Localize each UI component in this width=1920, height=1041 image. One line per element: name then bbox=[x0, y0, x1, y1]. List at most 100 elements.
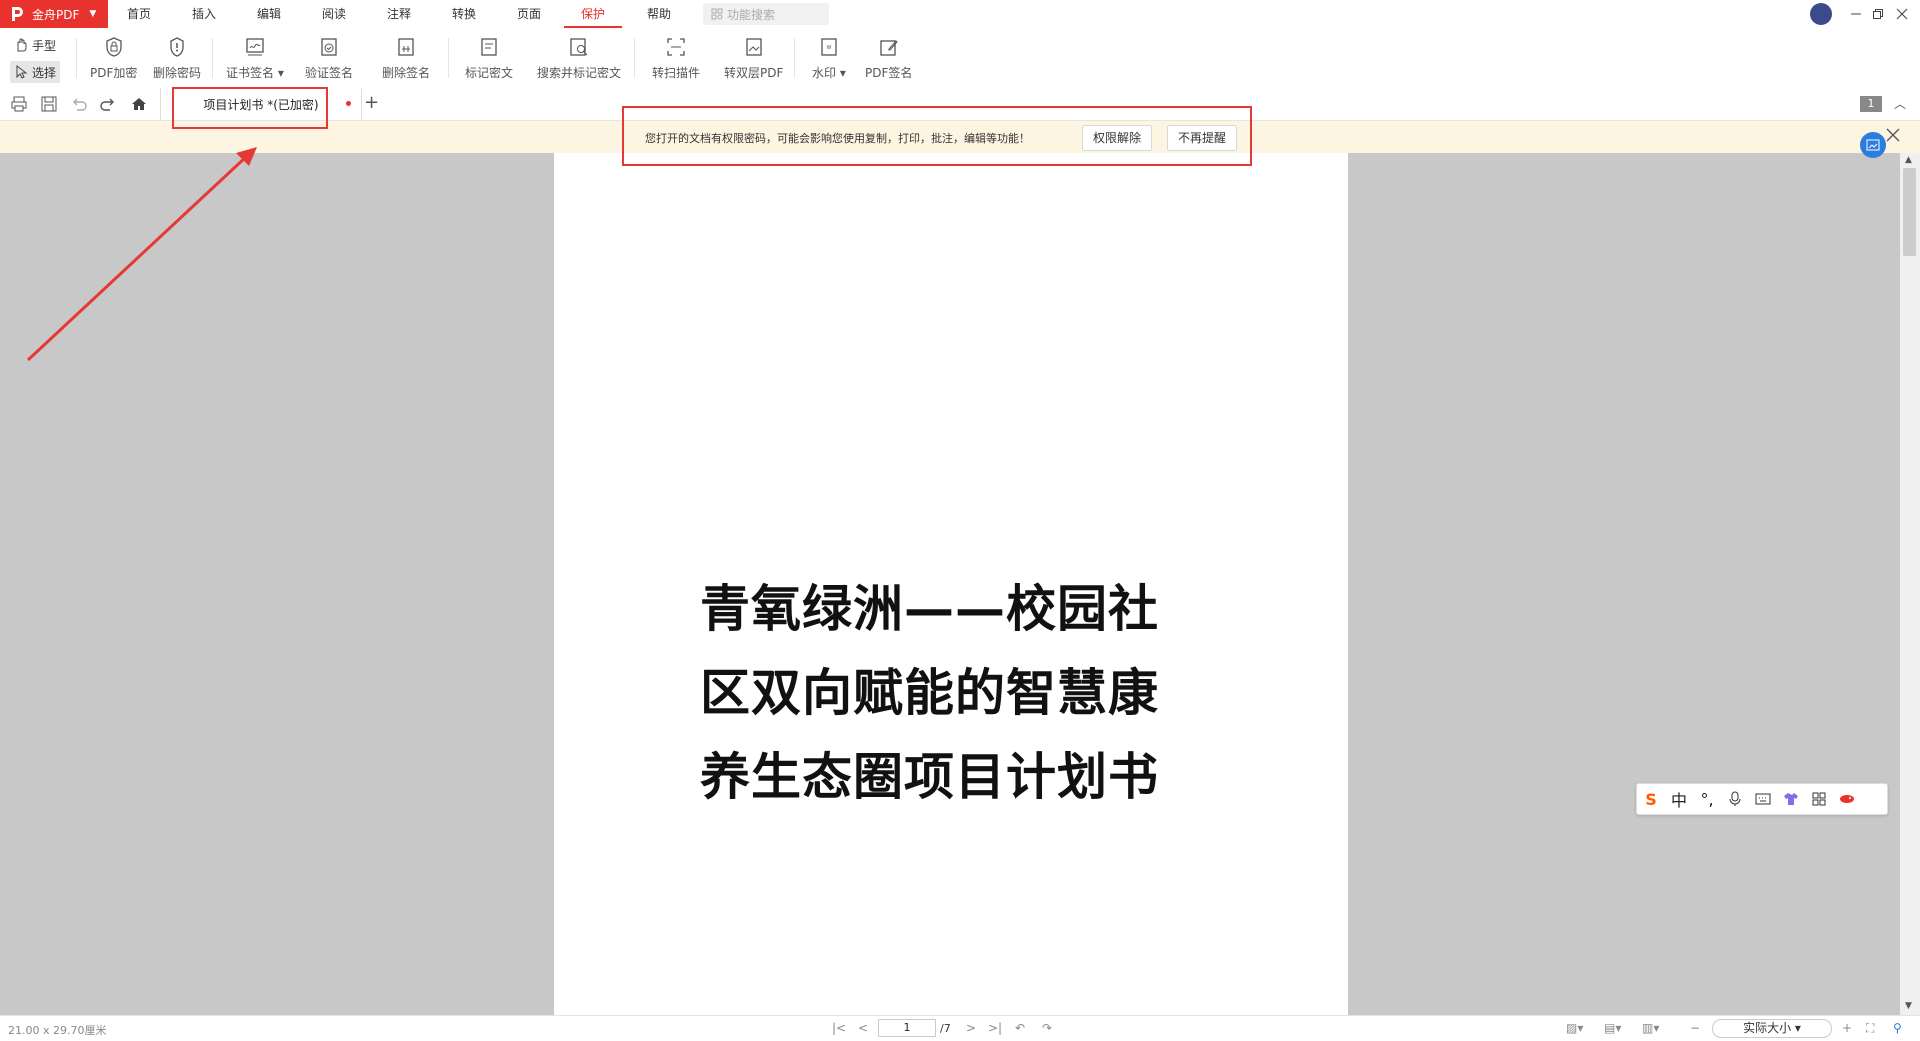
zoom-level-value: 实际大小 bbox=[1743, 1021, 1792, 1035]
menu-item-page[interactable]: 页面 bbox=[504, 0, 554, 28]
page-mode-icon[interactable]: ▨▾ bbox=[1566, 1021, 1583, 1035]
feature-search-input[interactable]: 功能搜索 bbox=[703, 3, 829, 25]
image-edit-icon bbox=[1866, 139, 1880, 151]
mark-redaction-label: 标记密文 bbox=[465, 66, 514, 80]
ribbon-divider bbox=[76, 38, 77, 78]
first-page-icon[interactable]: |< bbox=[832, 1021, 846, 1035]
page-number-input[interactable]: 1 bbox=[878, 1019, 936, 1037]
microphone-icon[interactable] bbox=[1721, 785, 1749, 813]
print-icon[interactable] bbox=[10, 95, 28, 113]
chevron-down-icon: ▼ bbox=[89, 9, 97, 19]
search-redaction-label: 搜索并标记密文 bbox=[537, 66, 622, 80]
keyboard-icon[interactable] bbox=[1749, 785, 1777, 813]
certificate-sign-text: 证书签名 bbox=[226, 66, 275, 80]
document-tab-title: 项目计划书 *(已加密) bbox=[203, 97, 319, 112]
app-name: 金舟PDF bbox=[32, 7, 80, 22]
document-title-line: 区双向赋能的智慧康 bbox=[700, 664, 1159, 722]
floating-assistant-button[interactable] bbox=[1860, 132, 1886, 158]
certificate-sign-label: 证书签名 ▾ bbox=[226, 66, 284, 80]
ribbon-divider bbox=[448, 38, 449, 78]
redo-icon[interactable] bbox=[99, 95, 117, 113]
svg-text:W: W bbox=[826, 45, 831, 51]
dont-remind-button[interactable]: 不再提醒 bbox=[1167, 125, 1238, 151]
user-avatar[interactable] bbox=[1810, 3, 1832, 25]
menu-item-read[interactable]: 阅读 bbox=[309, 0, 359, 28]
vertical-scrollbar[interactable]: ▲ ▼ bbox=[1900, 153, 1920, 1015]
convert-to-scan-label: 转扫描件 bbox=[652, 66, 701, 80]
next-page-icon[interactable]: > bbox=[966, 1021, 976, 1035]
scrollbar-thumb[interactable] bbox=[1903, 168, 1916, 256]
apps-grid-icon[interactable] bbox=[1805, 785, 1833, 813]
verify-signature-label: 验证签名 bbox=[305, 66, 354, 80]
restore-icon[interactable] bbox=[1868, 4, 1888, 24]
minimize-icon[interactable] bbox=[1846, 4, 1866, 24]
add-tab-icon[interactable]: + bbox=[364, 92, 379, 113]
skin-shirt-icon[interactable] bbox=[1777, 785, 1805, 813]
undo-icon[interactable] bbox=[70, 95, 88, 113]
pdf-sign-button[interactable]: PDF签名 bbox=[865, 36, 912, 82]
ribbon-toolbar: 手型 选择 PDF加密 删除密码 证书签名 ▾ 验证签名 删除签名 标记密文 搜… bbox=[0, 28, 1920, 86]
pin-icon[interactable]: ⚲ bbox=[1893, 1021, 1902, 1035]
collapse-ribbon-icon[interactable]: ︿ bbox=[1894, 95, 1906, 112]
zoom-in-icon[interactable]: + bbox=[1842, 1021, 1852, 1035]
back-view-icon[interactable]: ↶ bbox=[1015, 1021, 1025, 1035]
ime-mode-toggle[interactable]: 中 bbox=[1665, 785, 1693, 813]
select-tool-button[interactable]: 选择 bbox=[10, 61, 61, 83]
remove-permission-button[interactable]: 权限解除 bbox=[1082, 125, 1153, 151]
sogou-logo-icon[interactable]: S bbox=[1637, 785, 1665, 813]
watermark-label: 水印 ▾ bbox=[812, 66, 846, 80]
delete-sign-icon bbox=[398, 38, 414, 56]
menu-item-annotate[interactable]: 注释 bbox=[374, 0, 424, 28]
ribbon-divider bbox=[634, 38, 635, 78]
last-page-icon[interactable]: >| bbox=[988, 1021, 1002, 1035]
fullscreen-icon[interactable]: ⛶ bbox=[1866, 1021, 1874, 1036]
verify-signature-button[interactable]: 验证签名 bbox=[305, 36, 353, 82]
document-title-line: 青氧绿洲——校园社 bbox=[700, 580, 1159, 638]
unlock-icon bbox=[170, 37, 184, 57]
mascot-icon[interactable] bbox=[1833, 785, 1861, 813]
search-redaction-button[interactable]: 搜索并标记密文 bbox=[537, 36, 621, 82]
remove-password-button[interactable]: 删除密码 bbox=[153, 36, 201, 82]
prev-page-icon[interactable]: < bbox=[858, 1021, 868, 1035]
close-icon[interactable] bbox=[1884, 126, 1902, 144]
close-window-icon[interactable] bbox=[1892, 4, 1912, 24]
watermark-button[interactable]: W 水印 ▾ bbox=[812, 36, 846, 82]
app-logo-icon bbox=[12, 7, 23, 21]
convert-to-scan-button[interactable]: 转扫描件 bbox=[652, 36, 700, 82]
scroll-up-icon[interactable]: ▲ bbox=[1905, 155, 1912, 165]
grid-search-icon bbox=[711, 8, 723, 20]
document-tab[interactable]: 项目计划书 *(已加密) bbox=[160, 88, 362, 120]
layout-mode-icon[interactable]: ▤▾ bbox=[1604, 1021, 1621, 1035]
pdf-encrypt-button[interactable]: PDF加密 bbox=[90, 36, 137, 82]
menu-item-convert[interactable]: 转换 bbox=[439, 0, 489, 28]
menu-bar: 金舟PDF ▼ 首页 插入 编辑 阅读 注释 转换 页面 保护 帮助 功能搜索 bbox=[0, 0, 1920, 28]
double-layer-pdf-button[interactable]: 转双层PDF bbox=[724, 36, 783, 82]
app-menu-button[interactable]: 金舟PDF ▼ bbox=[0, 0, 108, 28]
menu-item-insert[interactable]: 插入 bbox=[179, 0, 229, 28]
zoom-level-select[interactable]: 实际大小 ▾ bbox=[1712, 1019, 1832, 1038]
double-layer-pdf-label: 转双层PDF bbox=[724, 66, 784, 80]
menu-item-protect[interactable]: 保护 bbox=[564, 0, 622, 28]
punctuation-icon[interactable]: °, bbox=[1693, 785, 1721, 813]
document-viewport[interactable]: 青氧绿洲——校园社 区双向赋能的智慧康 养生态圈项目计划书 bbox=[0, 153, 1900, 1015]
hand-icon bbox=[17, 38, 27, 52]
pdf-encrypt-label: PDF加密 bbox=[90, 66, 138, 80]
double-layer-icon bbox=[746, 38, 762, 56]
home-icon[interactable] bbox=[130, 95, 148, 113]
permission-notice-bar: 您打开的文档有权限密码，可能会影响您使用复制，打印，批注，编辑等功能！ 权限解除… bbox=[0, 121, 1920, 153]
forward-view-icon[interactable]: ↷ bbox=[1042, 1021, 1052, 1035]
menu-item-help[interactable]: 帮助 bbox=[634, 0, 684, 28]
watermark-text: 水印 bbox=[812, 66, 837, 80]
mark-redaction-button[interactable]: 标记密文 bbox=[465, 36, 513, 82]
zoom-out-icon[interactable]: − bbox=[1690, 1021, 1700, 1035]
verify-sign-icon bbox=[321, 38, 337, 56]
menu-item-home[interactable]: 首页 bbox=[114, 0, 164, 28]
scroll-down-icon[interactable]: ▼ bbox=[1905, 1001, 1912, 1011]
save-icon[interactable] bbox=[40, 95, 58, 113]
document-title-line: 养生态圈项目计划书 bbox=[700, 748, 1159, 806]
view-mode-icon[interactable]: ▥▾ bbox=[1642, 1021, 1659, 1035]
certificate-sign-button[interactable]: 证书签名 ▾ bbox=[226, 36, 284, 82]
delete-signature-button[interactable]: 删除签名 bbox=[382, 36, 430, 82]
hand-tool-button[interactable]: 手型 bbox=[10, 34, 60, 56]
menu-item-edit[interactable]: 编辑 bbox=[244, 0, 294, 28]
